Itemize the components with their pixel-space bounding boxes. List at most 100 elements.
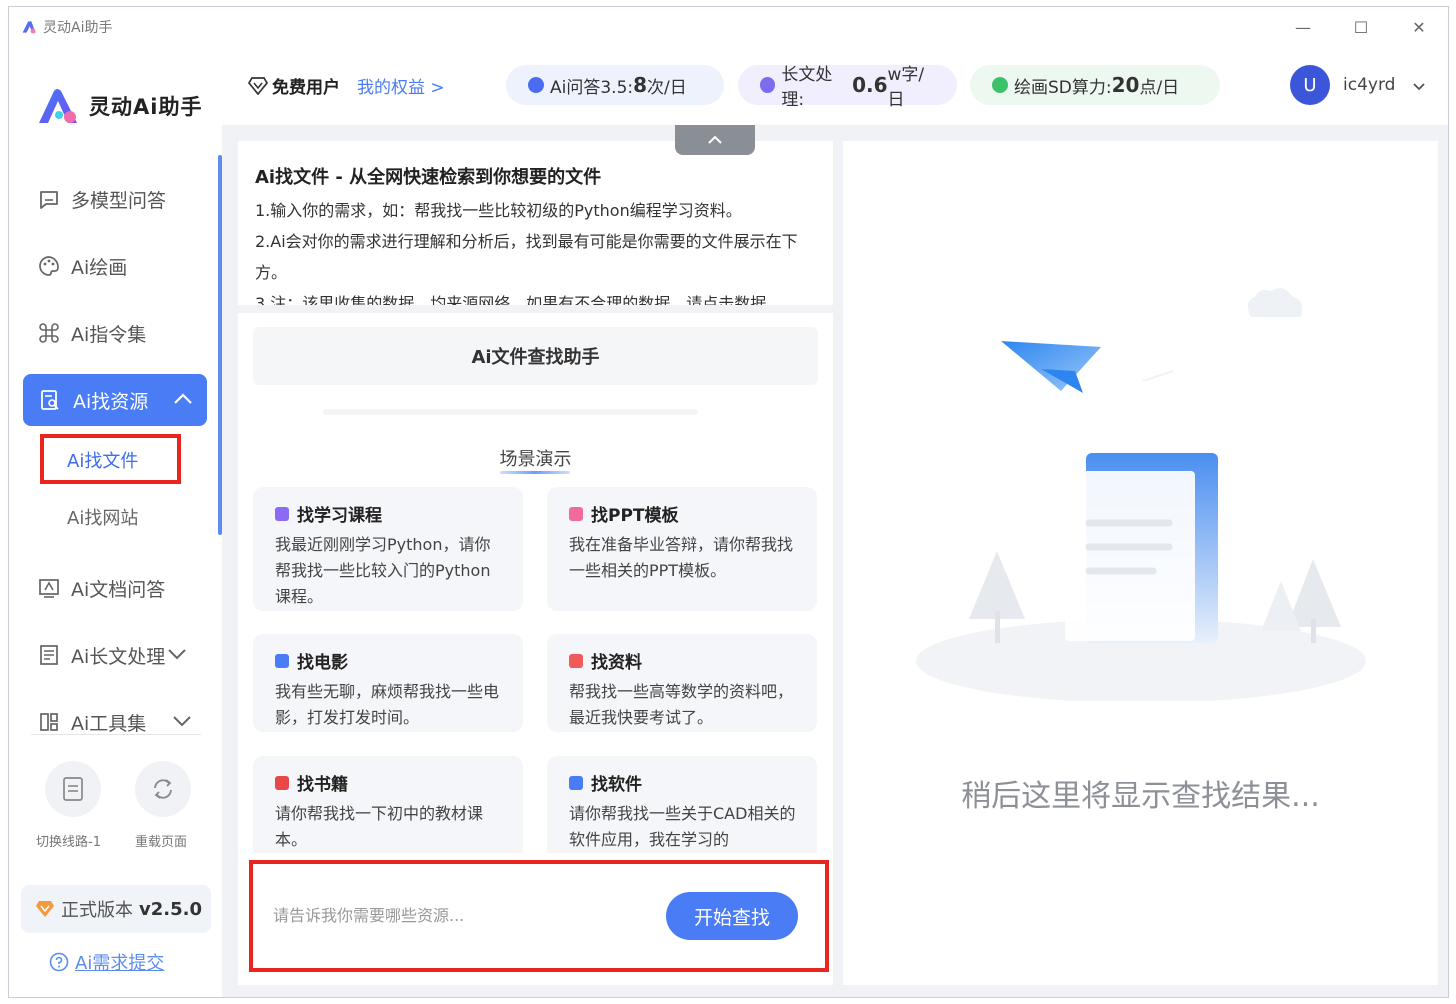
scene-card-course[interactable]: 找学习课程 我最近刚刚学习Python，请你帮我找一些比较入门的Python课程… (253, 487, 523, 611)
sidebar-item-label: Ai找资源 (73, 390, 149, 413)
scene-card-materials[interactable]: 找资料 帮我找一些高等数学的资料吧，最近我快要考试了。 (547, 634, 817, 732)
request-link-label: Ai需求提交 (75, 953, 165, 974)
sidebar-item-ai-drawing[interactable]: Ai绘画 (37, 246, 127, 286)
sidebar-item-ai-tools[interactable]: Ai工具集 (37, 702, 192, 742)
sidebar-item-ai-resources[interactable]: Ai找资源 (23, 374, 207, 426)
highlight-box-find-files (40, 434, 181, 484)
sidebar-item-ai-doc-qa[interactable]: Ai文档问答 (37, 568, 165, 608)
palette-icon (37, 255, 61, 277)
maximize-button[interactable]: ☐ (1332, 7, 1390, 47)
switch-line-icon (63, 777, 83, 801)
chat-bubble-icon (760, 77, 776, 93)
quota-value: 8 (633, 73, 648, 97)
brand-logo-icon (39, 89, 77, 123)
quota-value: 0.6 (852, 73, 888, 97)
quota-unit: 次/日 (647, 77, 687, 98)
card-text: 请你帮我找一些关于CAD相关的软件应用，我在学习的 (569, 804, 796, 849)
sidebar: 灵动Ai助手 多模型问答 Ai绘画 Ai指令集 Ai找资源 Ai找文件 Ai找网… (9, 47, 222, 997)
scene-card-books[interactable]: 找书籍 请你帮我找一下初中的教材课本。 (253, 756, 523, 853)
version-number: v2.5.0 (139, 898, 202, 920)
chat-bubble-icon (528, 77, 544, 93)
wechat-icon (992, 77, 1008, 93)
sidebar-subitem-find-websites[interactable]: Ai找网站 (67, 504, 138, 530)
top-header: 免费用户 我的权益 > Ai问答3.5: 8 次/日 长文处理: 0.6 w字/… (222, 47, 1448, 125)
reload-button[interactable] (135, 761, 191, 817)
chevron-up-icon[interactable] (173, 389, 193, 411)
empty-results-illustration (916, 288, 1366, 701)
card-title: 找资料 (591, 653, 642, 673)
sidebar-item-label: Ai指令集 (71, 323, 147, 346)
results-panel: 稍后这里将显示查找结果... (843, 141, 1438, 985)
close-button[interactable]: ✕ (1390, 7, 1448, 47)
chevron-down-icon[interactable] (1412, 77, 1426, 96)
title-bar: 灵动Ai助手 — ☐ ✕ (9, 7, 1448, 47)
diamond-icon (36, 901, 54, 917)
resource-search-icon (37, 389, 63, 411)
request-submit-link[interactable]: Ai需求提交 (49, 949, 164, 975)
collapse-intro-toggle[interactable] (675, 125, 755, 155)
sidebar-item-label: Ai长文处理 (71, 645, 166, 668)
scene-demo-label: 场景演示 (499, 449, 572, 470)
scene-demo-underline (500, 471, 570, 474)
help-circle-icon (49, 952, 69, 972)
switch-line-button[interactable] (45, 761, 101, 817)
user-type-label: 免费用户 (272, 78, 340, 98)
reload-label: 重载页面 (135, 835, 188, 850)
chat-icon (37, 188, 61, 210)
sidebar-item-ai-long-text[interactable]: Ai长文处理 (37, 635, 187, 675)
card-title: 找学习课程 (297, 506, 382, 526)
user-type: 免费用户 (248, 73, 340, 98)
movie-icon (275, 653, 289, 668)
chevron-down-icon[interactable] (167, 644, 187, 666)
app-logo-icon (22, 21, 36, 34)
quota-label: 长文处理: (781, 65, 833, 110)
brand: 灵动Ai助手 (37, 87, 202, 125)
command-icon (37, 322, 61, 344)
sidebar-item-ai-prompts[interactable]: Ai指令集 (37, 313, 146, 353)
book-icon (275, 775, 289, 790)
chevron-down-icon[interactable] (172, 711, 192, 733)
card-text: 我有些无聊，麻烦帮我找一些电影，打发打发时间。 (275, 682, 500, 727)
quota-label: 绘画SD算力: (1014, 77, 1112, 98)
tools-grid-icon (37, 711, 61, 733)
assistant-panel: Ai文件查找助手 场景演示 找学习课程 我最近刚刚学习Python，请你帮我找一… (238, 313, 833, 853)
start-search-button[interactable]: 开始查找 (666, 892, 798, 940)
intro-line: 3.注：该里收集的数据，均来源网络，如果有不合理的数据，请点击数据 (255, 294, 767, 305)
card-text: 帮我找一些高等数学的资料吧，最近我快要考试了。 (569, 682, 794, 727)
scene-card-movie[interactable]: 找电影 我有些无聊，麻烦帮我找一些电影，打发打发时间。 (253, 634, 523, 732)
ppt-icon (569, 506, 583, 521)
reload-icon (154, 779, 172, 799)
card-text: 我最近刚刚学习Python，请你帮我找一些比较入门的Python课程。 (275, 535, 491, 606)
quota-pill-ai-qa: Ai问答3.5: 8 次/日 (506, 65, 724, 105)
loading-bar (323, 409, 698, 415)
sidebar-item-label: 多模型问答 (71, 189, 167, 212)
my-rights-link[interactable]: 我的权益 > (357, 73, 445, 98)
app-window: 灵动Ai助手 — ☐ ✕ 灵动Ai助手 多模型问答 Ai绘画 Ai指令集 Ai找… (8, 6, 1449, 998)
card-title: 找软件 (591, 775, 642, 795)
quota-label: Ai问答3.5: (550, 77, 634, 98)
avatar[interactable]: U (1290, 65, 1330, 105)
card-title: 找电影 (297, 653, 348, 673)
scene-card-ppt[interactable]: 找PPT模板 我在准备毕业答辩，请你帮我找一些相关的PPT模板。 (547, 487, 817, 611)
scene-card-software[interactable]: 找软件 请你帮我找一些关于CAD相关的软件应用，我在学习的 (547, 756, 817, 853)
software-grid-icon (569, 775, 583, 790)
switch-line-label: 切换线路-1 (36, 835, 101, 850)
quota-pill-long-text: 长文处理: 0.6 w字/日 (738, 65, 957, 110)
card-title: 找PPT模板 (591, 506, 679, 526)
intro-panel: Ai找文件 - 从全网快速检索到你想要的文件 1.输入你的需求，如：帮我找一些比… (238, 141, 833, 305)
sidebar-scrollbar[interactable] (218, 155, 222, 535)
version-badge: 正式版本 v2.5.0 (21, 885, 211, 933)
empty-results-text: 稍后这里将显示查找结果... (961, 779, 1320, 814)
card-title: 找书籍 (297, 775, 348, 795)
card-text: 我在准备毕业答辩，请你帮我找一些相关的PPT模板。 (569, 535, 794, 580)
sidebar-item-multi-model-qa[interactable]: 多模型问答 (37, 179, 166, 219)
sidebar-item-label: Ai文档问答 (71, 578, 166, 601)
sidebar-item-label: Ai工具集 (71, 712, 147, 735)
long-text-icon (37, 644, 61, 666)
resource-query-input[interactable] (273, 887, 653, 943)
username[interactable]: ic4yrd (1343, 75, 1395, 95)
intro-line: 2.Ai会对你的需求进行理解和分析后，找到最有可能是你需要的文件展示在下方。 (255, 232, 798, 282)
version-label: 正式版本 (61, 900, 133, 921)
minimize-button[interactable]: — (1274, 7, 1332, 47)
sidebar-item-label: Ai绘画 (71, 256, 128, 279)
